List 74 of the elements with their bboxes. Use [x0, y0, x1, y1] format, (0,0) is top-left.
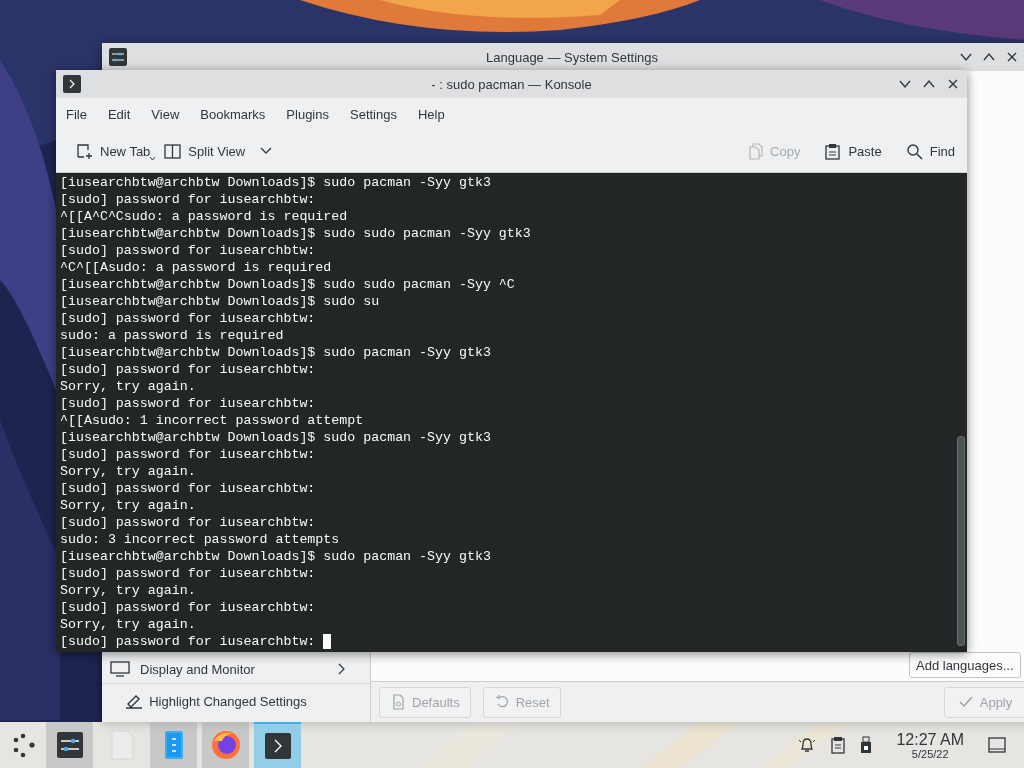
window-title: - : sudo pacman — Konsole — [431, 76, 592, 92]
globe-icon — [209, 729, 242, 761]
terminal-line: Sorry, try again. — [60, 378, 196, 395]
menu-item[interactable]: File — [66, 106, 97, 122]
bell-icon[interactable] — [798, 736, 817, 754]
menu-item[interactable]: Help — [417, 106, 455, 122]
taskbar-button[interactable] — [254, 722, 301, 768]
menu-item[interactable]: View — [151, 106, 190, 122]
document-icon — [390, 694, 406, 710]
paste-button[interactable]: Paste — [820, 136, 886, 166]
copy-icon — [746, 142, 764, 160]
taskbar-button[interactable] — [46, 722, 93, 768]
show-desktop-icon[interactable] — [988, 736, 1006, 754]
clipboard-icon[interactable] — [830, 736, 847, 754]
terminal-app-icon — [63, 75, 81, 93]
usb-drive-icon[interactable] — [860, 736, 873, 754]
terminal-line: Sorry, try again. — [60, 616, 196, 633]
find-button[interactable]: Find — [901, 136, 959, 166]
caret-icon — [149, 156, 157, 161]
settings-app-icon — [109, 48, 127, 66]
terminal-line: [sudo] password for iusearchbtw: — [60, 633, 317, 650]
text-cursor — [323, 634, 332, 649]
checkmark-icon — [957, 694, 974, 710]
menu-item[interactable]: Settings — [350, 106, 407, 122]
sidebar-item[interactable]: Display and Monitor — [102, 655, 370, 684]
terminal-line: [iusearchbtw@archbtw Downloads]$ sudo sudo pacman -Syy ^C — [60, 276, 515, 293]
highlight-changed-button[interactable]: Highlight Changed Settings — [102, 684, 370, 718]
terminal-line: [sudo] password for iusearchbtw: — [60, 242, 316, 259]
chevron-right-icon — [336, 663, 346, 675]
terminal-line: [iusearchbtw@archbtw Downloads]$ sudo pacman -Syy gtk3 — [60, 429, 491, 446]
terminal-line: [sudo] password for iusearchbtw: — [60, 310, 316, 327]
newtab-button[interactable]: New Tab — [72, 136, 155, 166]
terminal-line: [iusearchbtw@archbtw Downloads]$ sudo pacman -Syy gtk3 — [60, 174, 491, 191]
sidebar-item-label: Display and Monitor — [140, 661, 256, 677]
monitor-icon — [110, 661, 130, 677]
clock-time[interactable]: 12:27 AM — [896, 730, 964, 748]
scrollbar-thumb[interactable] — [957, 436, 965, 646]
terminal-line: Sorry, try again. — [60, 463, 196, 480]
terminal-line: [iusearchbtw@archbtw Downloads]$ sudo pacman -Syy gtk3 — [60, 344, 491, 361]
split-button[interactable]: Split View — [160, 136, 277, 166]
terminal-line: sudo: 3 incorrect password attempts — [60, 531, 340, 548]
menu-item[interactable]: Plugins — [286, 106, 339, 122]
terminal-line: [iusearchbtw@archbtw Downloads]$ sudo su — [60, 293, 380, 310]
caret-icon — [260, 147, 273, 155]
add-languages-button[interactable]: Add languages... — [909, 652, 1021, 678]
terminal-line: [sudo] password for iusearchbtw: — [60, 446, 316, 463]
terminal-line: [sudo] password for iusearchbtw: — [60, 599, 316, 616]
terminal-line: [iusearchbtw@archbtw Downloads]$ sudo sudo pacman -Syy gtk3 — [60, 225, 531, 242]
terminal-line: [sudo] password for iusearchbtw: — [60, 480, 316, 497]
search-icon — [905, 142, 923, 160]
menu-item[interactable]: Edit — [107, 106, 141, 122]
clipboard-icon — [824, 142, 842, 160]
undo-icon — [493, 694, 510, 710]
new-tab-icon — [76, 142, 93, 160]
terminal-line: [sudo] password for iusearchbtw: — [60, 361, 316, 378]
menu-item[interactable]: Bookmarks — [200, 106, 276, 122]
brush-icon — [125, 693, 144, 709]
taskbar-button[interactable] — [202, 722, 249, 768]
terminal-line: [sudo] password for iusearchbtw: — [60, 514, 316, 531]
terminal-line: ^C^[[Asudo: a password is required — [60, 259, 332, 276]
terminal-line: ^[[A^C^Csudo: a password is required — [60, 208, 348, 225]
close-icon[interactable] — [946, 77, 960, 91]
terminal-line: Sorry, try again. — [60, 497, 196, 514]
terminal-line: ^[[Asudo: 1 incorrect password attempt — [60, 412, 364, 429]
terminal-line: Sorry, try again. — [60, 582, 196, 599]
terminal-line: [sudo] password for iusearchbtw: — [60, 191, 316, 208]
terminal-line: [sudo] password for iusearchbtw: — [60, 395, 316, 412]
terminal-line: sudo: a password is required — [60, 327, 284, 344]
split-view-icon — [164, 142, 182, 160]
window-title: Language — System Settings — [486, 49, 658, 65]
terminal-line: [sudo] password for iusearchbtw: — [60, 565, 316, 582]
close-icon[interactable] — [1005, 50, 1019, 64]
clock-date[interactable]: 5/25/22 — [911, 747, 949, 760]
terminal-line: [iusearchbtw@archbtw Downloads]$ sudo pacman -Syy gtk3 — [60, 548, 491, 565]
